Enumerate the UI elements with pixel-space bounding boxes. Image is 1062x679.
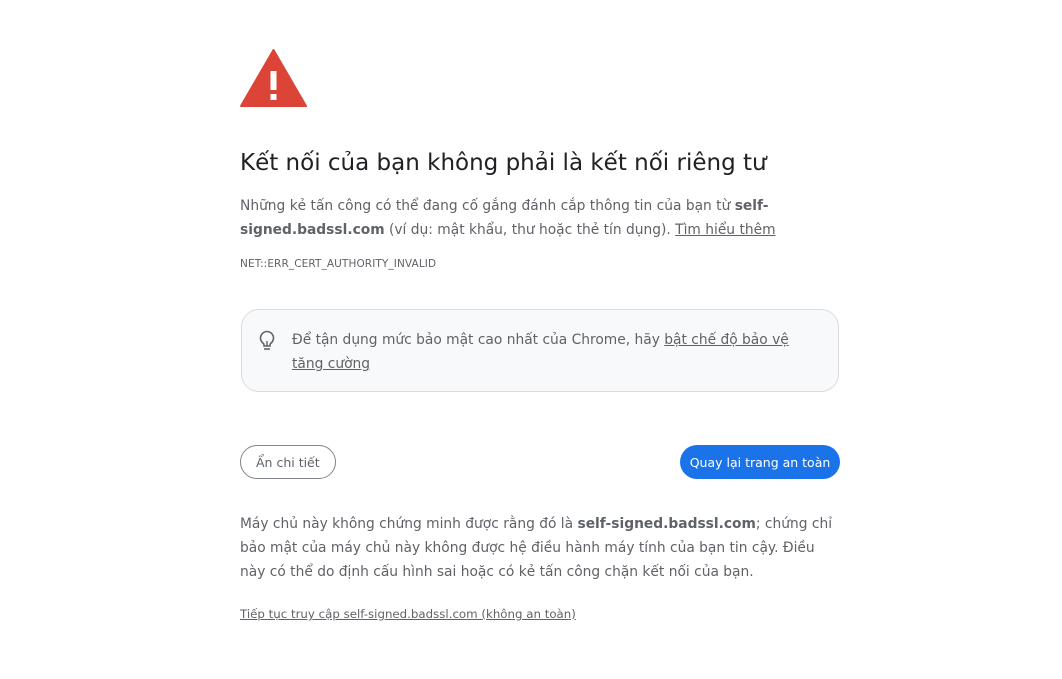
enhanced-protection-promo: Để tận dụng mức bảo mật cao nhất của Chr… [241,309,839,392]
details-domain: self-signed.badssl.com [577,516,756,532]
promo-text-prefix: Để tận dụng mức bảo mật cao nhất của Chr… [292,332,665,348]
proceed-unsafe-link[interactable]: Tiếp tục truy cập self-signed.badssl.com… [240,607,576,621]
lightbulb-icon [259,330,275,350]
page-title: Kết nối của bạn không phải là kết nối ri… [240,150,767,176]
learn-more-link[interactable]: Tìm hiểu thêm [675,222,775,238]
interstitial-page: Kết nối của bạn không phải là kết nối ri… [0,0,1062,679]
warning-triangle-icon [240,49,307,107]
promo-text: Để tận dụng mức bảo mật cao nhất của Chr… [292,328,822,376]
explanation-suffix: (ví dụ: mật khẩu, thư hoặc thẻ tín dụng)… [384,222,676,238]
explanation-prefix: Những kẻ tấn công có thể đang cố gắng đá… [240,198,735,214]
hide-details-button[interactable]: Ẩn chi tiết [240,445,336,479]
details-prefix: Máy chủ này không chứng minh được rằng đ… [240,516,578,532]
details-message: Máy chủ này không chứng minh được rằng đ… [240,512,840,584]
error-code: NET::ERR_CERT_AUTHORITY_INVALID [240,258,437,270]
main-message: Những kẻ tấn công có thể đang cố gắng đá… [240,194,860,242]
back-to-safety-button[interactable]: Quay lại trang an toàn [680,445,840,479]
